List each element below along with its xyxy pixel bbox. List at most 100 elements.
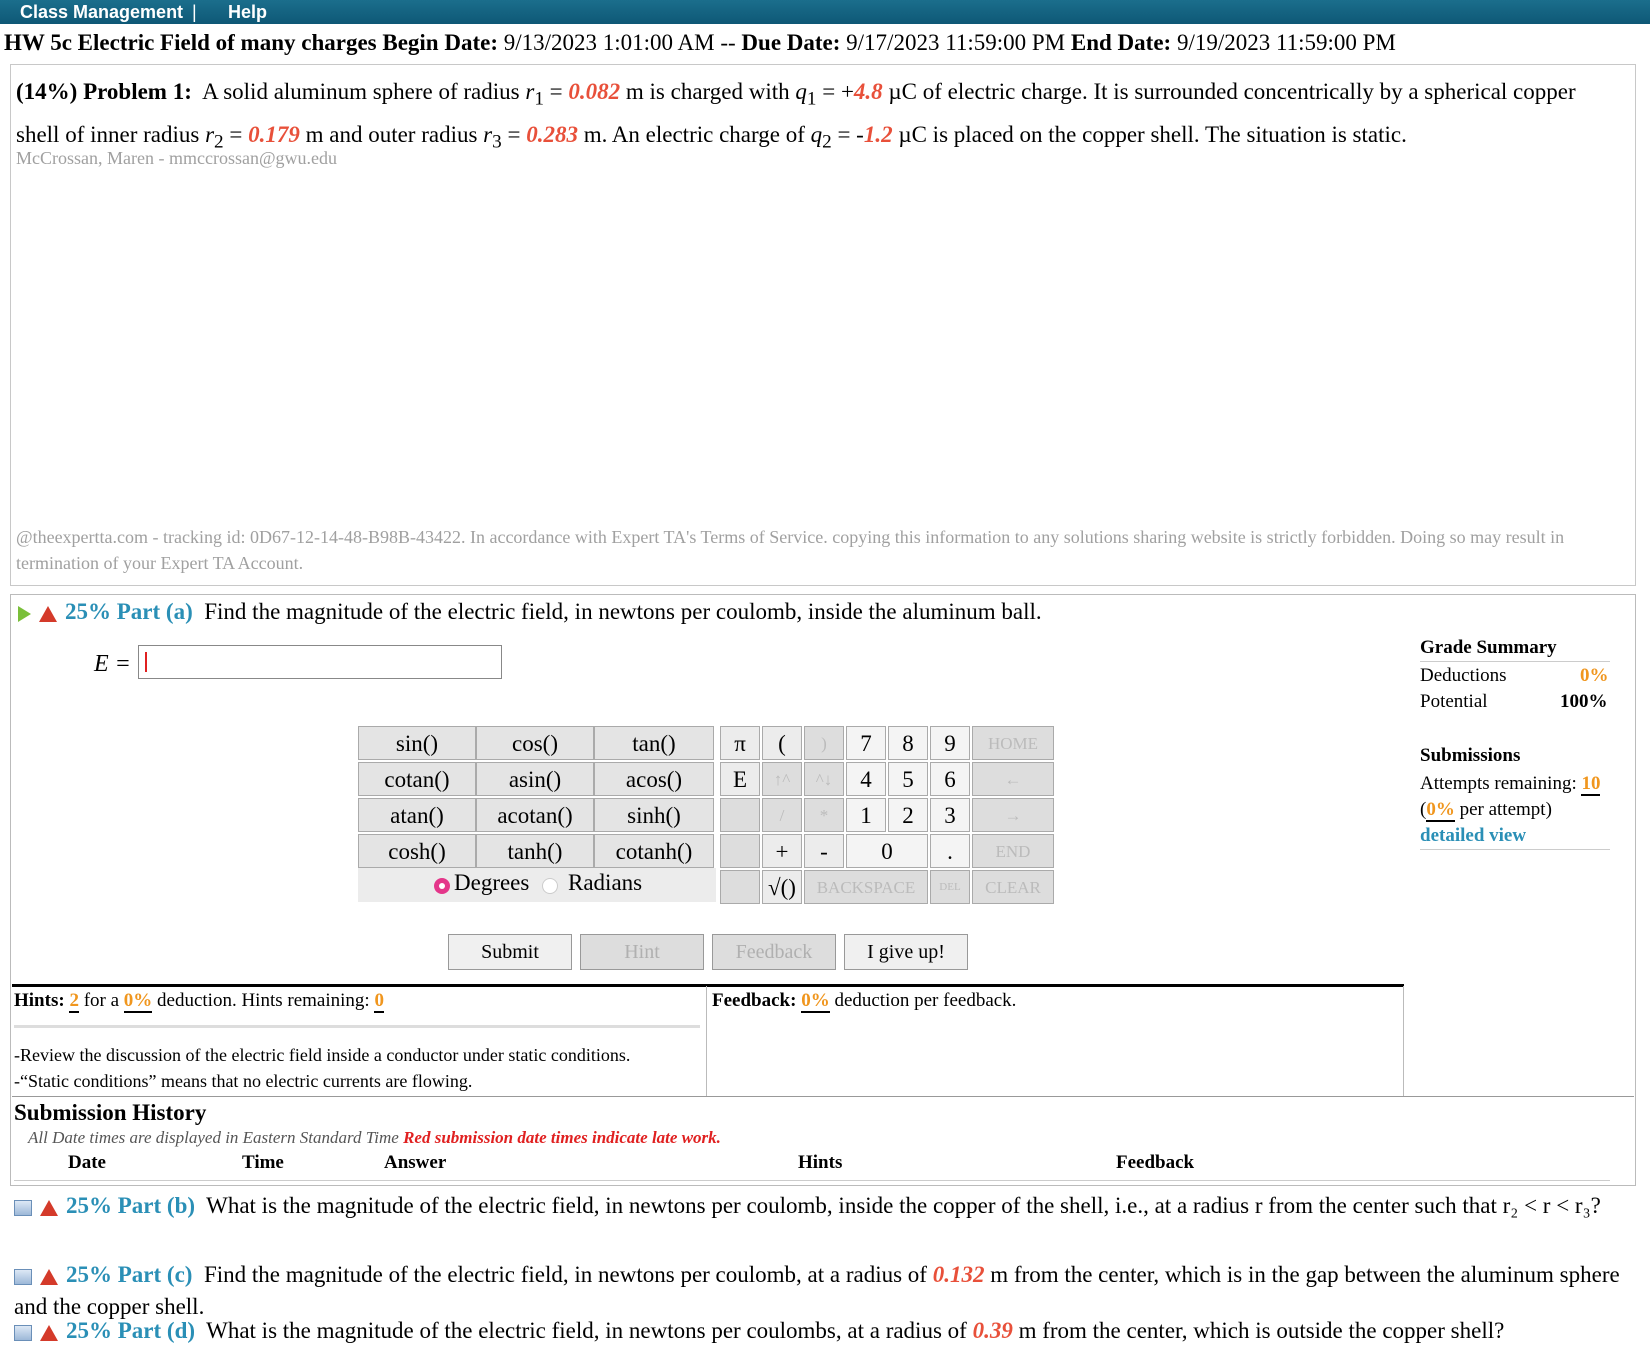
key-decimal[interactable]: . (930, 834, 970, 868)
radians-radio[interactable] (542, 878, 558, 894)
hint-button[interactable]: Hint (580, 934, 704, 970)
key-pi[interactable]: π (720, 726, 760, 760)
problem-text: m. An electric charge of (577, 121, 811, 147)
part-c-percent: 25% (66, 1262, 112, 1287)
feedback-value: 0% (801, 990, 830, 1013)
key-cotanh[interactable]: cotanh() (594, 834, 714, 868)
part-d-question: What is the magnitude of the electric fi… (206, 1318, 973, 1343)
key-tan[interactable]: tan() (594, 726, 714, 760)
degrees-label: Degrees (454, 870, 530, 895)
end-date-label: End Date: (1070, 30, 1172, 55)
detailed-view-link[interactable]: detailed view (1420, 825, 1610, 850)
problem-text: µC is placed on the copper shell. The si… (892, 121, 1407, 147)
feedback-text: deduction per feedback. (834, 990, 1017, 1011)
play-icon[interactable] (18, 605, 31, 622)
key-asin[interactable]: asin() (476, 762, 594, 796)
key-plus[interactable]: + (762, 834, 802, 868)
key-cursor-left[interactable]: ← (972, 762, 1054, 796)
key-4[interactable]: 4 (846, 762, 886, 796)
answer-input[interactable] (138, 645, 502, 679)
key-down[interactable]: ^↓ (804, 762, 844, 796)
key-blank (720, 798, 760, 832)
expand-icon[interactable] (14, 1268, 32, 1285)
part-b[interactable]: 25% Part (b) What is the magnitude of th… (14, 1190, 1634, 1222)
hints-summary: Hints: 2 for a 0% deduction. Hints remai… (14, 990, 384, 1013)
q2-sign: = - (831, 121, 864, 147)
late-note: Red submission date times indicate late … (403, 1128, 721, 1147)
r3-subscript: 3 (492, 131, 502, 153)
feedback-label: Feedback: (712, 990, 797, 1011)
attempts-value: 10 (1581, 773, 1601, 796)
key-5[interactable]: 5 (888, 762, 928, 796)
degrees-radio[interactable] (434, 878, 450, 894)
key-clear[interactable]: CLEAR (972, 870, 1054, 904)
key-atan[interactable]: atan() (358, 798, 476, 832)
key-sqrt[interactable]: √() (762, 870, 802, 904)
key-1[interactable]: 1 (846, 798, 886, 832)
equals-sign: = (543, 79, 569, 104)
key-right-paren[interactable]: ) (804, 726, 844, 760)
key-9[interactable]: 9 (930, 726, 970, 760)
key-left-paren[interactable]: ( (762, 726, 802, 760)
hints-remaining: 0 (374, 990, 384, 1013)
divider (12, 1096, 1634, 1097)
key-blank (720, 870, 760, 904)
key-cosh[interactable]: cosh() (358, 834, 476, 868)
key-e[interactable]: E (720, 762, 760, 796)
hints-label: Hints: (14, 990, 65, 1011)
hint-item: -“Static conditions” means that no elect… (14, 1071, 473, 1091)
give-up-button[interactable]: I give up! (844, 934, 968, 970)
begin-date-value: 9/13/2023 1:01:00 AM (503, 30, 715, 55)
key-minus[interactable]: - (804, 834, 844, 868)
feedback-button[interactable]: Feedback (712, 934, 836, 970)
key-acos[interactable]: acos() (594, 762, 714, 796)
per-attempt-text: per attempt) (1454, 799, 1552, 820)
part-c-question: Find the magnitude of the electric field… (203, 1262, 933, 1287)
text-caret (145, 652, 147, 672)
class-management-link[interactable]: Class Management (20, 2, 183, 23)
answer-label: E = (94, 651, 131, 677)
per-attempt: (0% per attempt) (1420, 799, 1552, 822)
part-c-value: 0.132 (932, 1262, 985, 1287)
part-d[interactable]: 25% Part (d) What is the magnitude of th… (14, 1315, 1634, 1347)
part-a-percent: 25% (65, 599, 111, 624)
key-3[interactable]: 3 (930, 798, 970, 832)
assignment-title: HW 5c Electric Field of many charges (4, 30, 377, 55)
timezone-note: All Date times are displayed in Eastern … (28, 1128, 399, 1147)
key-acotan[interactable]: acotan() (476, 798, 594, 832)
key-7[interactable]: 7 (846, 726, 886, 760)
key-end[interactable]: END (972, 834, 1054, 868)
nav-separator: | (192, 2, 197, 22)
part-c[interactable]: 25% Part (c) Find the magnitude of the e… (14, 1259, 1634, 1323)
key-divide[interactable]: / (762, 798, 802, 832)
hint-item: -Review the discussion of the electric f… (14, 1045, 631, 1065)
key-multiply[interactable]: * (804, 798, 844, 832)
key-delete[interactable]: DEL (930, 870, 970, 904)
key-tanh[interactable]: tanh() (476, 834, 594, 868)
key-home[interactable]: HOME (972, 726, 1054, 760)
key-sinh[interactable]: sinh() (594, 798, 714, 832)
warning-icon (39, 605, 57, 622)
key-8[interactable]: 8 (888, 726, 928, 760)
problem-label: Problem 1: (83, 79, 192, 104)
key-up[interactable]: ↑^ (762, 762, 802, 796)
expand-icon[interactable] (14, 1324, 32, 1341)
key-backspace[interactable]: BACKSPACE (804, 870, 928, 904)
submit-button[interactable]: Submit (448, 934, 572, 970)
part-a-title: 25% Part (a) Find the magnitude of the e… (18, 599, 1042, 625)
key-0[interactable]: 0 (846, 834, 928, 868)
expand-icon[interactable] (14, 1199, 32, 1216)
key-sin[interactable]: sin() (358, 726, 476, 760)
key-2[interactable]: 2 (888, 798, 928, 832)
tracking-notice: @theexpertta.com - tracking id: 0D67-12-… (16, 527, 1565, 573)
key-cotan[interactable]: cotan() (358, 762, 476, 796)
r2-value: 0.179 (248, 121, 300, 147)
due-date-value: 9/17/2023 11:59:00 PM (846, 30, 1066, 55)
part-d-value: 0.39 (972, 1318, 1013, 1343)
help-link[interactable]: Help (228, 2, 267, 23)
student-identity: McCrossan, Maren - mmccrossan@gwu.edu (16, 148, 338, 168)
key-cos[interactable]: cos() (476, 726, 594, 760)
key-6[interactable]: 6 (930, 762, 970, 796)
radians-label: Radians (568, 870, 643, 895)
key-cursor-right[interactable]: → (972, 798, 1054, 832)
